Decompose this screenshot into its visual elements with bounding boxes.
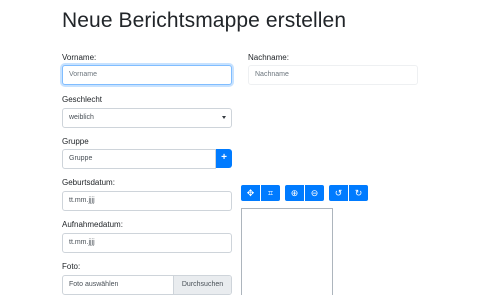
foto-label: Foto: xyxy=(62,262,81,271)
vorname-input[interactable]: Vorname xyxy=(62,65,232,85)
image-toolbar: ✥ ⌗ ⊕ ⊖ ↺ ↻ xyxy=(241,185,368,201)
chevron-down-icon xyxy=(222,116,226,119)
browse-button[interactable]: Durchsuchen xyxy=(173,276,231,294)
foto-file-input[interactable]: Foto auswählen Durchsuchen xyxy=(62,275,232,295)
geschlecht-select[interactable]: weiblich xyxy=(62,108,232,128)
geschlecht-label: Geschlecht xyxy=(62,95,103,104)
crop-icon[interactable]: ⌗ xyxy=(261,185,280,201)
vorname-label: Vorname: xyxy=(62,53,97,62)
nachname-input[interactable]: Nachname xyxy=(248,65,418,85)
gruppe-select[interactable]: Gruppe xyxy=(62,149,216,169)
mode-group: ✥ ⌗ xyxy=(241,185,280,201)
rotate-left-icon[interactable]: ↺ xyxy=(329,185,348,201)
foto-placeholder: Foto auswählen xyxy=(69,281,119,288)
rotate-group: ↺ ↻ xyxy=(329,185,368,201)
zoom-group: ⊕ ⊖ xyxy=(285,185,324,201)
zoom-out-icon[interactable]: ⊖ xyxy=(305,185,324,201)
page-title: Neue Berichtsmappe erstellen xyxy=(62,9,347,32)
geburtsdatum-input[interactable]: tt.mm.jjjj xyxy=(62,191,232,211)
aufnahmedatum-input[interactable]: tt.mm.jjjj xyxy=(62,233,232,253)
nachname-label: Nachname: xyxy=(248,53,289,62)
zoom-in-icon[interactable]: ⊕ xyxy=(285,185,304,201)
image-preview[interactable] xyxy=(241,208,333,295)
geburtsdatum-label: Geburtsdatum: xyxy=(62,178,115,187)
rotate-right-icon[interactable]: ↻ xyxy=(349,185,368,201)
move-icon[interactable]: ✥ xyxy=(241,185,260,201)
gruppe-label: Gruppe xyxy=(62,137,89,146)
aufnahmedatum-label: Aufnahmedatum: xyxy=(62,220,123,229)
geschlecht-value: weiblich xyxy=(69,114,94,121)
add-gruppe-button[interactable]: + xyxy=(216,149,232,168)
